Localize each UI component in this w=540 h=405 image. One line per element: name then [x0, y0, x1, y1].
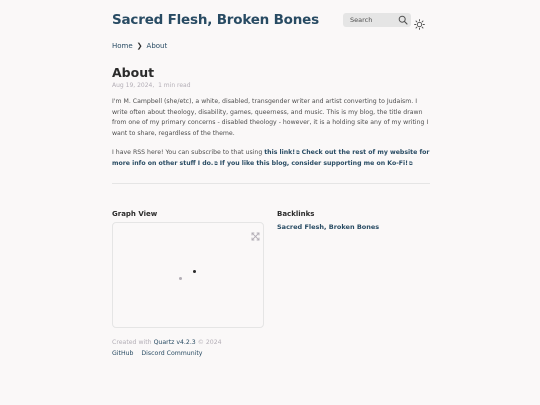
intro-paragraph: I'm M. Campbell (she/etc), a white, disa…	[112, 98, 429, 137]
search-icon[interactable]	[398, 15, 408, 25]
kofi-link[interactable]: If you like this blog, consider supporti…	[220, 160, 408, 167]
page-title: About	[112, 65, 155, 80]
rss-link[interactable]: this link!	[264, 149, 295, 156]
article-date: Aug 19, 2024	[112, 82, 153, 89]
graph-node[interactable]	[179, 277, 182, 280]
read-time: 1 min read	[158, 82, 191, 89]
search-label: Search	[350, 16, 373, 24]
breadcrumb-home[interactable]: Home	[112, 42, 133, 50]
article-meta: Aug 19, 2024, 1 min read	[112, 82, 191, 89]
footer-links: GitHub Discord Community	[112, 350, 208, 357]
breadcrumb-separator: ❯	[136, 42, 143, 50]
github-link[interactable]: GitHub	[112, 350, 133, 357]
search-bar[interactable]: Search	[343, 13, 411, 27]
links-paragraph: I have RSS here! You can subscribe to th…	[112, 148, 430, 169]
backlink-item[interactable]: Sacred Flesh, Broken Bones	[277, 223, 379, 231]
footer-created-text: Created with	[112, 339, 152, 346]
graph-view[interactable]	[112, 222, 264, 328]
backlinks-title: Backlinks	[277, 210, 315, 218]
quartz-link[interactable]: Quartz v4.2.3	[154, 339, 196, 346]
sun-icon[interactable]	[414, 15, 425, 30]
rss-text: I have RSS here! You can subscribe to th…	[112, 149, 265, 156]
graph-view-title: Graph View	[112, 210, 158, 218]
breadcrumb: Home ❯ About	[112, 42, 167, 50]
footer-credit: Created with Quartz v4.2.3 © 2024	[112, 339, 222, 346]
graph-node-current[interactable]	[193, 270, 196, 273]
external-link-icon: ⧉	[408, 160, 413, 167]
external-link-icon: ⧉	[214, 160, 218, 167]
site-title[interactable]: Sacred Flesh, Broken Bones	[112, 12, 319, 28]
footer-year: © 2024	[197, 339, 222, 346]
content-divider	[112, 183, 430, 184]
external-link-icon: ⧉	[296, 150, 300, 156]
discord-link[interactable]: Discord Community	[141, 350, 202, 357]
breadcrumb-current: About	[146, 42, 168, 50]
expand-icon[interactable]	[251, 226, 260, 241]
